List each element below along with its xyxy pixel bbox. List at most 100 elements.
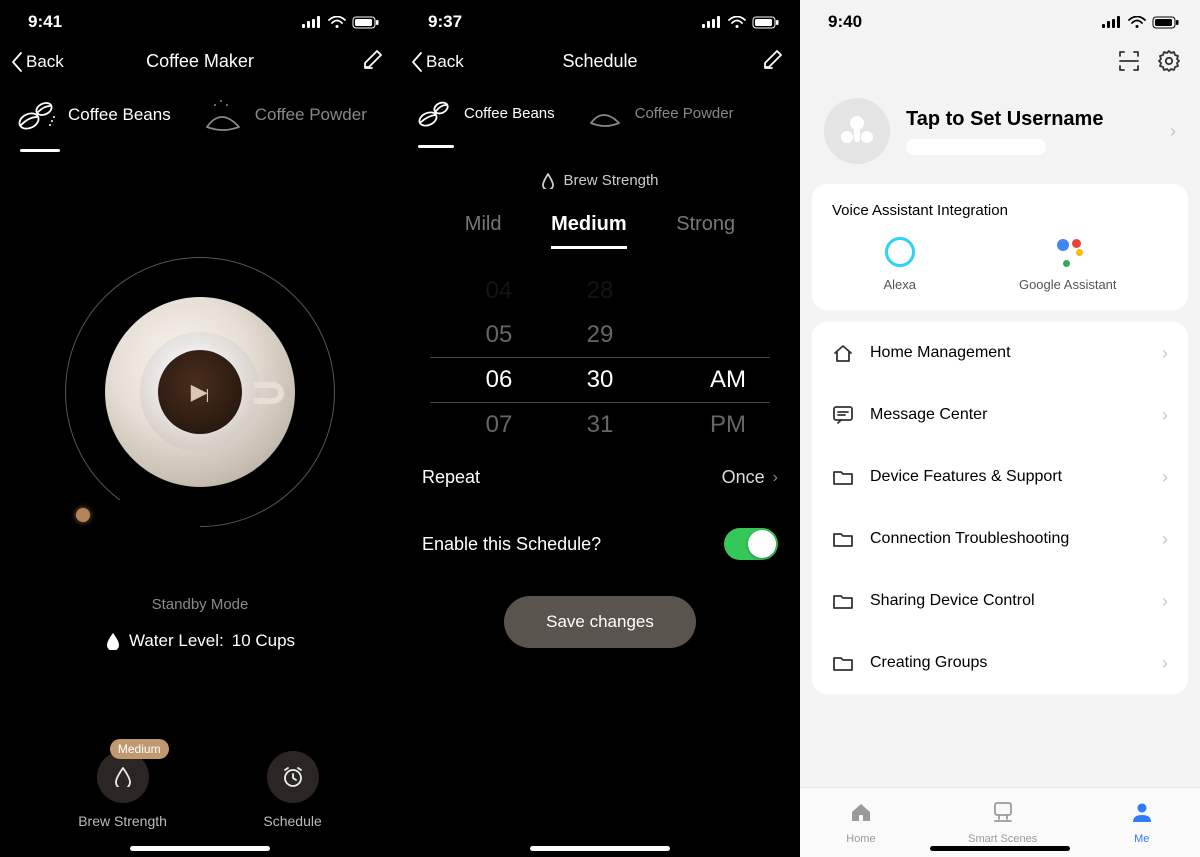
- item-sharing-control[interactable]: Sharing Device Control ›: [812, 570, 1188, 632]
- gear-icon: [1158, 50, 1180, 72]
- alexa-button[interactable]: Alexa: [883, 237, 916, 292]
- item-home-management[interactable]: Home Management ›: [812, 322, 1188, 384]
- brew-strength-button[interactable]: Medium: [97, 751, 149, 803]
- water-level: Water Level: 10 Cups: [0, 631, 400, 651]
- chevron-right-icon: ›: [1162, 653, 1168, 674]
- picker-hour: 07: [454, 411, 544, 439]
- tab-coffee-powder[interactable]: Coffee Powder: [201, 95, 367, 135]
- pencil-icon: [362, 48, 384, 70]
- enable-label: Enable this Schedule?: [422, 534, 601, 555]
- strength-tabs: Mild Medium Strong: [400, 189, 800, 249]
- progress-handle[interactable]: [76, 508, 90, 522]
- picker-row-above[interactable]: 05 29: [430, 313, 770, 357]
- item-troubleshooting[interactable]: Connection Troubleshooting ›: [812, 508, 1188, 570]
- tab-home[interactable]: Home: [846, 801, 875, 845]
- save-button[interactable]: Save changes: [504, 596, 696, 648]
- strength-medium[interactable]: Medium: [551, 213, 627, 249]
- tab-me[interactable]: Me: [1130, 801, 1154, 845]
- picker-row-selected[interactable]: 06 30 AM: [430, 357, 770, 403]
- google-assistant-icon: [1053, 237, 1083, 267]
- header-icons: [800, 42, 1200, 78]
- picker-row-below[interactable]: 07 31 PM: [430, 403, 770, 447]
- wifi-icon: [328, 16, 346, 29]
- avatar-placeholder-icon: [837, 111, 877, 151]
- back-button[interactable]: Back: [10, 51, 64, 73]
- schedule-action[interactable]: Schedule: [263, 751, 321, 829]
- coffee-powder-icon: [201, 95, 245, 135]
- play-button[interactable]: ▶|: [158, 350, 242, 434]
- tab-beans-label: Coffee Beans: [68, 105, 171, 125]
- profile-text: Tap to Set Username: [906, 108, 1154, 155]
- item-label: Connection Troubleshooting: [870, 530, 1069, 548]
- tab-coffee-beans[interactable]: Coffee Beans: [14, 95, 171, 135]
- settings-button[interactable]: [1158, 50, 1180, 78]
- repeat-label: Repeat: [422, 467, 480, 488]
- voice-title: Voice Assistant Integration: [832, 202, 1168, 219]
- me-tab-icon: [1130, 801, 1154, 829]
- repeat-row[interactable]: Repeat Once ›: [400, 447, 800, 508]
- profile-row[interactable]: Tap to Set Username ›: [800, 78, 1200, 184]
- chevron-right-icon: ›: [1162, 591, 1168, 612]
- battery-icon: [752, 16, 780, 29]
- chevron-right-icon: ›: [773, 469, 778, 487]
- picker-hour: 05: [454, 321, 544, 349]
- coffee-beans-icon: [14, 95, 58, 135]
- picker-hour: 06: [454, 366, 544, 394]
- battery-icon: [1152, 16, 1180, 29]
- schedule-button[interactable]: [267, 751, 319, 803]
- pencil-icon: [762, 48, 784, 70]
- tab-powder-label: Coffee Powder: [255, 105, 367, 125]
- edit-button[interactable]: [762, 48, 784, 75]
- brew-strength-action[interactable]: Medium Brew Strength: [78, 751, 167, 829]
- message-icon: [832, 404, 854, 426]
- nav-bar: Back Coffee Maker: [0, 42, 400, 85]
- edit-button[interactable]: [362, 48, 384, 75]
- home-indicator: [130, 846, 270, 851]
- voice-assistant-card: Voice Assistant Integration Alexa Google…: [812, 184, 1188, 310]
- signal-icon: [302, 16, 322, 28]
- scan-button[interactable]: [1118, 50, 1140, 78]
- screen-schedule: 9:37 Back Schedule Coffee Beans Coffee P…: [400, 0, 800, 857]
- scan-icon: [1118, 50, 1140, 72]
- tab-label: Smart Scenes: [968, 833, 1037, 845]
- brew-strength-label: Brew Strength: [78, 813, 167, 829]
- status-bar: 9:41: [0, 0, 400, 42]
- item-message-center[interactable]: Message Center ›: [812, 384, 1188, 446]
- folder-icon: [832, 528, 854, 550]
- water-label: Water Level:: [129, 631, 224, 651]
- coffee-type-tabs: Coffee Beans Coffee Powder: [0, 85, 400, 141]
- home-indicator: [930, 846, 1070, 851]
- cup: ▶|: [140, 332, 260, 452]
- picker-min: 29: [555, 321, 645, 349]
- screen-me: 9:40 Tap to Set Username › Voice Assista…: [800, 0, 1200, 857]
- status-bar: 9:37: [400, 0, 800, 42]
- strength-strong[interactable]: Strong: [676, 213, 735, 249]
- google-assistant-button[interactable]: Google Assistant: [1019, 237, 1117, 292]
- chevron-left-icon: [410, 51, 424, 73]
- chevron-right-icon: ›: [1170, 121, 1176, 142]
- strength-mild[interactable]: Mild: [465, 213, 502, 249]
- back-button[interactable]: Back: [410, 51, 464, 73]
- status-bar: 9:40: [800, 0, 1200, 42]
- brew-dial: ▶|: [0, 192, 400, 592]
- tab-coffee-beans[interactable]: Coffee Beans: [414, 95, 555, 131]
- tab-beans-label: Coffee Beans: [464, 105, 555, 122]
- enable-toggle[interactable]: [724, 528, 778, 560]
- google-label: Google Assistant: [1019, 277, 1117, 292]
- nav-bar: Back Schedule: [400, 42, 800, 85]
- signal-icon: [702, 16, 722, 28]
- tab-powder-label: Coffee Powder: [635, 105, 734, 122]
- tab-smart-scenes[interactable]: Smart Scenes: [968, 801, 1037, 845]
- drop-outline-icon: [114, 767, 132, 787]
- time-picker[interactable]: 0428 05 29 06 30 AM 07 31 PM: [430, 269, 770, 447]
- repeat-value: Once: [722, 467, 765, 488]
- tab-coffee-powder[interactable]: Coffee Powder: [585, 95, 734, 131]
- play-next-icon: ▶|: [191, 379, 210, 405]
- chevron-right-icon: ›: [1162, 467, 1168, 488]
- item-device-features[interactable]: Device Features & Support ›: [812, 446, 1188, 508]
- item-creating-groups[interactable]: Creating Groups ›: [812, 632, 1188, 694]
- drop-outline-icon: [541, 173, 555, 189]
- tab-label: Me: [1134, 833, 1149, 845]
- folder-icon: [832, 652, 854, 674]
- item-label: Sharing Device Control: [870, 592, 1035, 610]
